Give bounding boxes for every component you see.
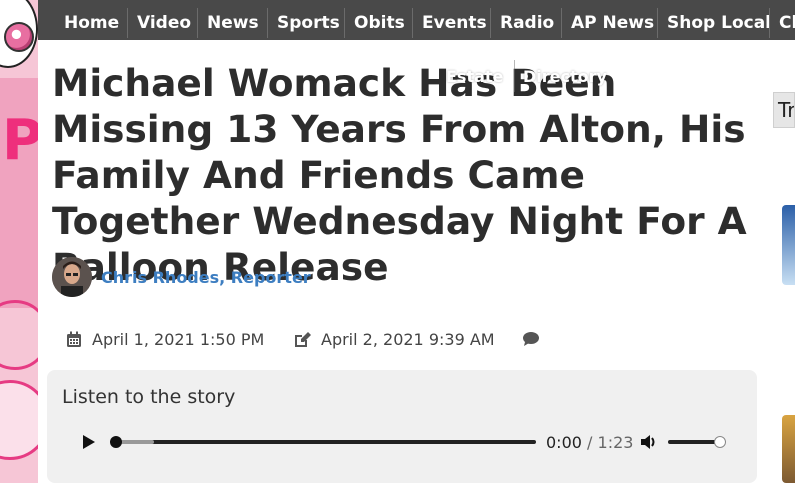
current-time: 0:00: [546, 433, 582, 452]
audio-time: 0:00 / 1:23: [546, 433, 633, 452]
author-avatar[interactable]: [52, 257, 92, 297]
sidebar-thumbnail[interactable]: [782, 415, 795, 483]
updated-text: April 2, 2021 9:39 AM: [321, 329, 495, 349]
nav-radio[interactable]: Radio: [500, 0, 554, 40]
volume-handle[interactable]: [714, 436, 726, 448]
duration: 1:23: [597, 433, 634, 452]
submenu-divider: [514, 60, 515, 92]
main-nav: Home Video News Sports Obits Events Radi…: [38, 0, 795, 40]
nav-video[interactable]: Video: [137, 0, 191, 40]
volume-slider[interactable]: [668, 440, 720, 444]
updated-date: April 2, 2021 9:39 AM: [293, 328, 495, 350]
author-link[interactable]: Chris Rhodes, Reporter: [101, 268, 311, 287]
audio-progress-track[interactable]: [116, 440, 536, 444]
edit-icon: [295, 331, 311, 347]
nav-ap-news[interactable]: AP News: [571, 0, 654, 40]
article-title: Michael Womack Has Been Missing 13 Years…: [52, 61, 747, 289]
sidebar-tab[interactable]: Tr: [773, 92, 795, 128]
comment-icon[interactable]: [522, 331, 540, 347]
nav-news[interactable]: News: [207, 0, 259, 40]
time-separator: /: [587, 433, 593, 452]
sidebar-thumbnail[interactable]: [782, 205, 795, 285]
comments-link[interactable]: [522, 328, 550, 350]
submenu-estate[interactable]: Estate: [446, 62, 503, 92]
nav-classifieds[interactable]: Cl: [779, 0, 795, 40]
nav-home[interactable]: Home: [64, 0, 119, 40]
nav-shop-local[interactable]: Shop Local: [667, 0, 771, 40]
volume-icon[interactable]: [640, 433, 658, 451]
play-icon[interactable]: [80, 433, 98, 451]
listen-heading: Listen to the story: [62, 386, 236, 408]
published-date: April 1, 2021 1:50 PM: [66, 328, 264, 350]
audio-progress-handle[interactable]: [110, 436, 122, 448]
side-ad-art: P: [0, 0, 38, 483]
calendar-icon: [67, 331, 81, 347]
submenu-directory[interactable]: Directory: [523, 62, 607, 92]
nav-sports[interactable]: Sports: [277, 0, 340, 40]
nav-obits[interactable]: Obits: [354, 0, 405, 40]
published-text: April 1, 2021 1:50 PM: [92, 329, 265, 349]
nav-events[interactable]: Events: [422, 0, 487, 40]
